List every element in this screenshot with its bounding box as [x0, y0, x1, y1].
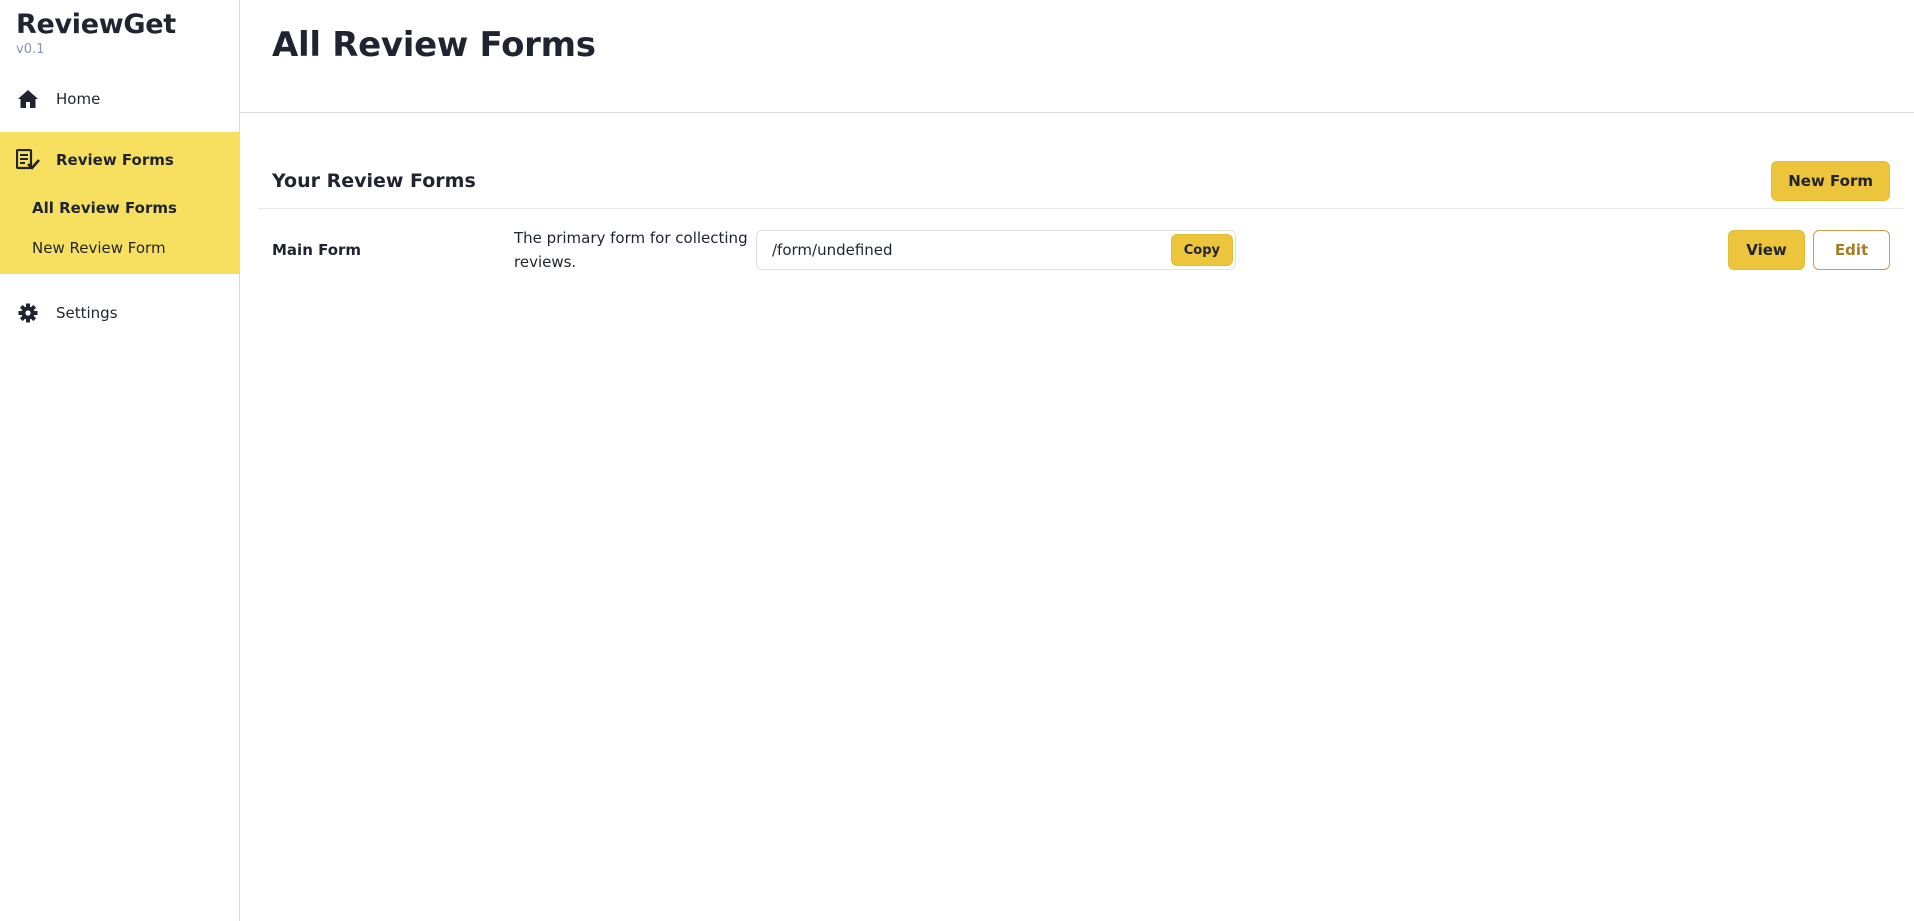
edit-button[interactable]: Edit: [1813, 230, 1890, 270]
form-description: The primary form for collecting reviews.: [514, 229, 748, 271]
sidebar: ReviewGet v0.1 Home Review Forms All Rev…: [0, 0, 240, 921]
page-title: All Review Forms: [272, 25, 596, 65]
sidebar-item-label: Review Forms: [56, 151, 174, 169]
card-title: Your Review Forms: [272, 169, 476, 192]
sidebar-subitem-new-review-form[interactable]: New Review Form: [0, 228, 239, 268]
new-form-button[interactable]: New Form: [1771, 160, 1890, 201]
view-button[interactable]: View: [1728, 230, 1805, 270]
sidebar-item-home[interactable]: Home: [0, 72, 239, 126]
copy-button[interactable]: Copy: [1170, 234, 1233, 266]
form-name: Main Form: [272, 241, 362, 259]
form-link-text[interactable]: /form/undefined: [772, 241, 893, 259]
app: ReviewGet v0.1 Home Review Forms All Rev…: [0, 0, 1914, 921]
page-header: All Review Forms: [240, 0, 1914, 113]
brand-version: v0.1: [16, 42, 45, 57]
forms-card: Your Review Forms New Form Main Form The…: [258, 153, 1904, 291]
home-icon: [16, 87, 40, 111]
sidebar-item-label: Home: [56, 90, 101, 108]
review-forms-icon: [16, 148, 40, 172]
main-content: All Review Forms Your Review Forms New F…: [240, 0, 1914, 921]
brand: ReviewGet v0.1: [0, 0, 239, 72]
gear-icon: [16, 301, 40, 325]
card-header: Your Review Forms New Form: [258, 153, 1904, 209]
row-actions: View Edit: [1728, 230, 1890, 270]
brand-name: ReviewGet: [16, 9, 176, 40]
sidebar-item-settings[interactable]: Settings: [0, 286, 239, 340]
sidebar-subitem-all-review-forms[interactable]: All Review Forms: [0, 188, 239, 228]
sidebar-group-review-forms: Review Forms All Review Forms New Review…: [0, 132, 239, 274]
sidebar-item-label: Settings: [56, 304, 118, 322]
form-link-field: /form/undefined Copy: [756, 230, 1236, 270]
sidebar-item-review-forms[interactable]: Review Forms: [0, 132, 239, 188]
table-row: Main Form The primary form for collectin…: [258, 209, 1904, 291]
